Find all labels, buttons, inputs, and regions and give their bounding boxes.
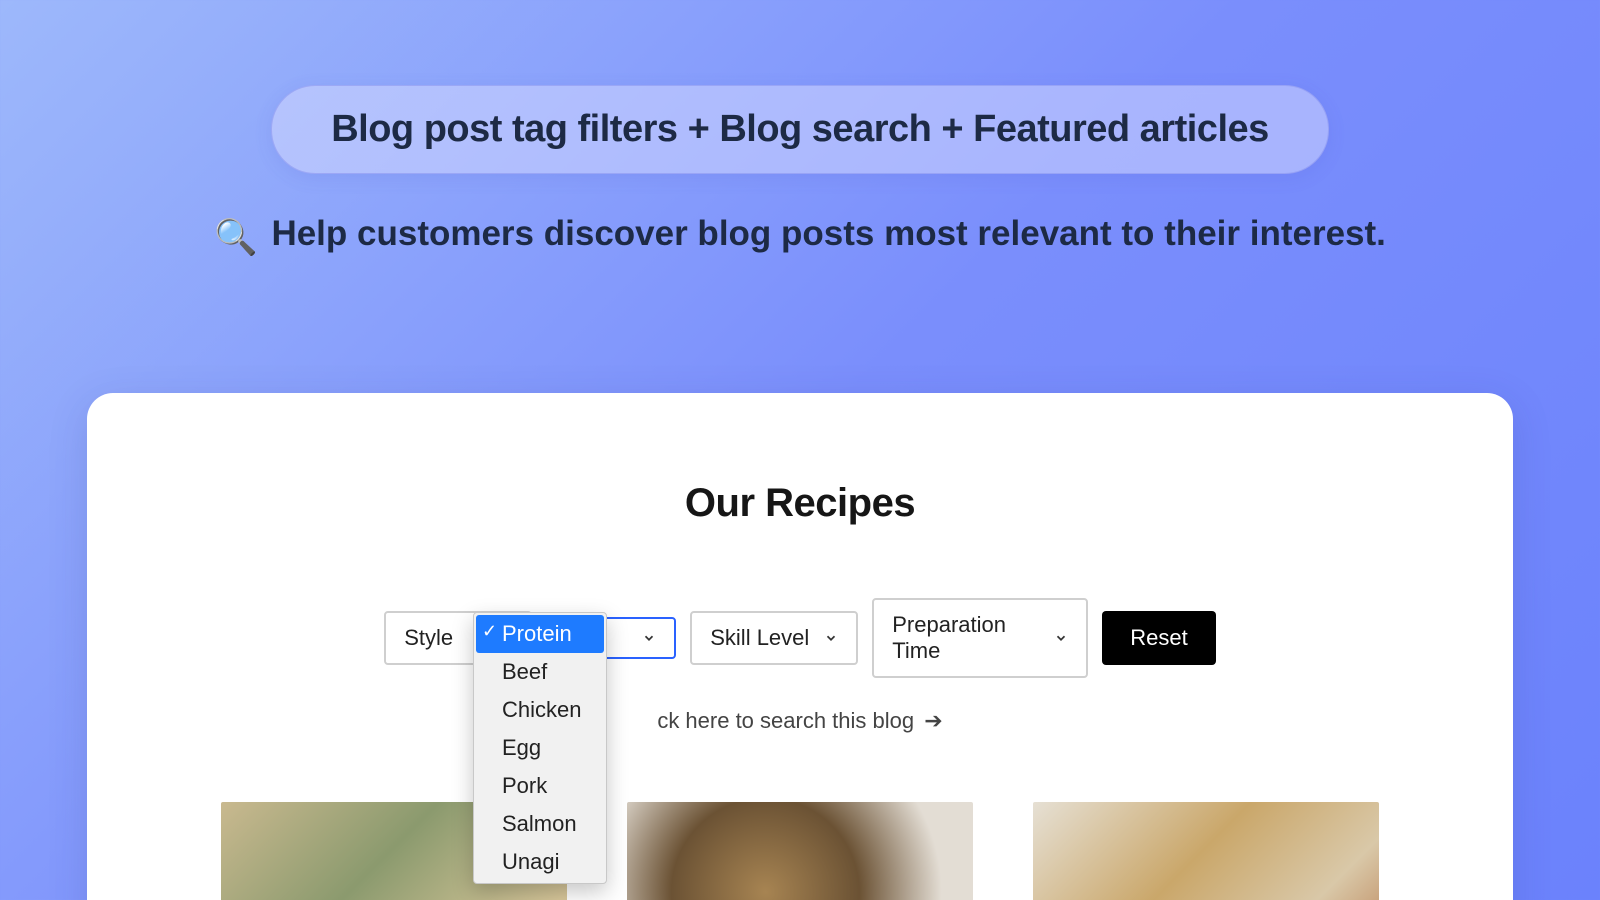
- chevron-down-icon: [1054, 631, 1068, 645]
- protein-option-chicken[interactable]: Chicken: [476, 691, 604, 729]
- protein-option-egg[interactable]: Egg: [476, 729, 604, 767]
- filter-style-label: Style: [404, 625, 453, 651]
- protein-dropdown: Protein Beef Chicken Egg Pork Salmon Una…: [473, 612, 607, 884]
- filter-skill-level[interactable]: Skill Level: [690, 611, 858, 665]
- protein-option-salmon[interactable]: Salmon: [476, 805, 604, 843]
- protein-option-unagi[interactable]: Unagi: [476, 843, 604, 881]
- arrow-right-icon: ➔: [924, 708, 942, 733]
- tagline: 🔍 Help customers discover blog posts mos…: [0, 214, 1600, 258]
- protein-option-protein[interactable]: Protein: [476, 615, 604, 653]
- magnifier-icon: 🔍: [214, 217, 258, 258]
- recipe-image[interactable]: [627, 802, 973, 900]
- header-pill: Blog post tag filters + Blog search + Fe…: [271, 85, 1329, 174]
- protein-option-pork[interactable]: Pork: [476, 767, 604, 805]
- search-blog-link[interactable]: ck here to search this blog ➔: [87, 708, 1513, 734]
- filter-bar: Style Skill Level Preparation Time Reset…: [87, 598, 1513, 678]
- chevron-down-icon: [642, 631, 656, 645]
- tagline-text: Help customers discover blog posts most …: [271, 214, 1385, 253]
- filter-skill-label: Skill Level: [710, 625, 809, 651]
- pill-text: Blog post tag filters + Blog search + Fe…: [331, 108, 1269, 150]
- filter-prep-label: Preparation Time: [892, 612, 1040, 664]
- card-title: Our Recipes: [87, 481, 1513, 526]
- chevron-down-icon: [824, 631, 838, 645]
- filter-preparation-time[interactable]: Preparation Time: [872, 598, 1088, 678]
- recipe-image-row: [87, 802, 1513, 900]
- preview-card: Our Recipes Style Skill Level Preparatio…: [87, 393, 1513, 900]
- reset-button[interactable]: Reset: [1102, 611, 1215, 665]
- recipe-image[interactable]: [1033, 802, 1379, 900]
- protein-option-beef[interactable]: Beef: [476, 653, 604, 691]
- search-link-text: ck here to search this blog: [657, 708, 914, 733]
